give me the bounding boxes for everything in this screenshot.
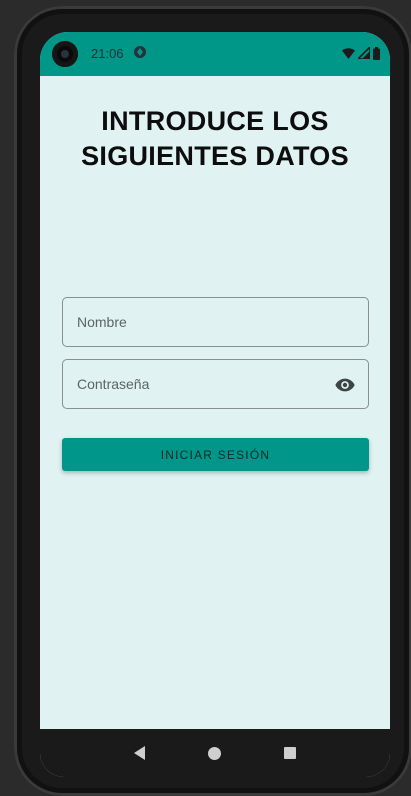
page-title: INTRODUCE LOS SIGUIENTES DATOS (81, 106, 349, 171)
show-password-icon[interactable] (334, 374, 356, 396)
signal-icon (358, 47, 370, 59)
password-input[interactable] (63, 360, 368, 408)
recents-icon[interactable] (284, 747, 297, 759)
home-icon[interactable] (207, 746, 221, 760)
name-field[interactable] (62, 297, 369, 347)
wifi-icon (342, 47, 355, 59)
password-field[interactable] (62, 359, 369, 409)
back-icon[interactable] (133, 746, 145, 760)
status-bar: 21:06 (40, 32, 390, 76)
name-input[interactable] (63, 298, 368, 346)
app-screen: 21:06 INTRODUCE LOS SIGUIENTES DATOS Nom… (40, 32, 390, 777)
navigation-bar (40, 729, 390, 777)
status-time: 21:06 (91, 46, 124, 61)
front-camera (52, 41, 78, 67)
notification-icon (134, 46, 146, 58)
battery-icon (373, 46, 380, 60)
status-icons (342, 45, 380, 61)
login-button[interactable]: INICIAR SESIÓN (62, 438, 369, 471)
